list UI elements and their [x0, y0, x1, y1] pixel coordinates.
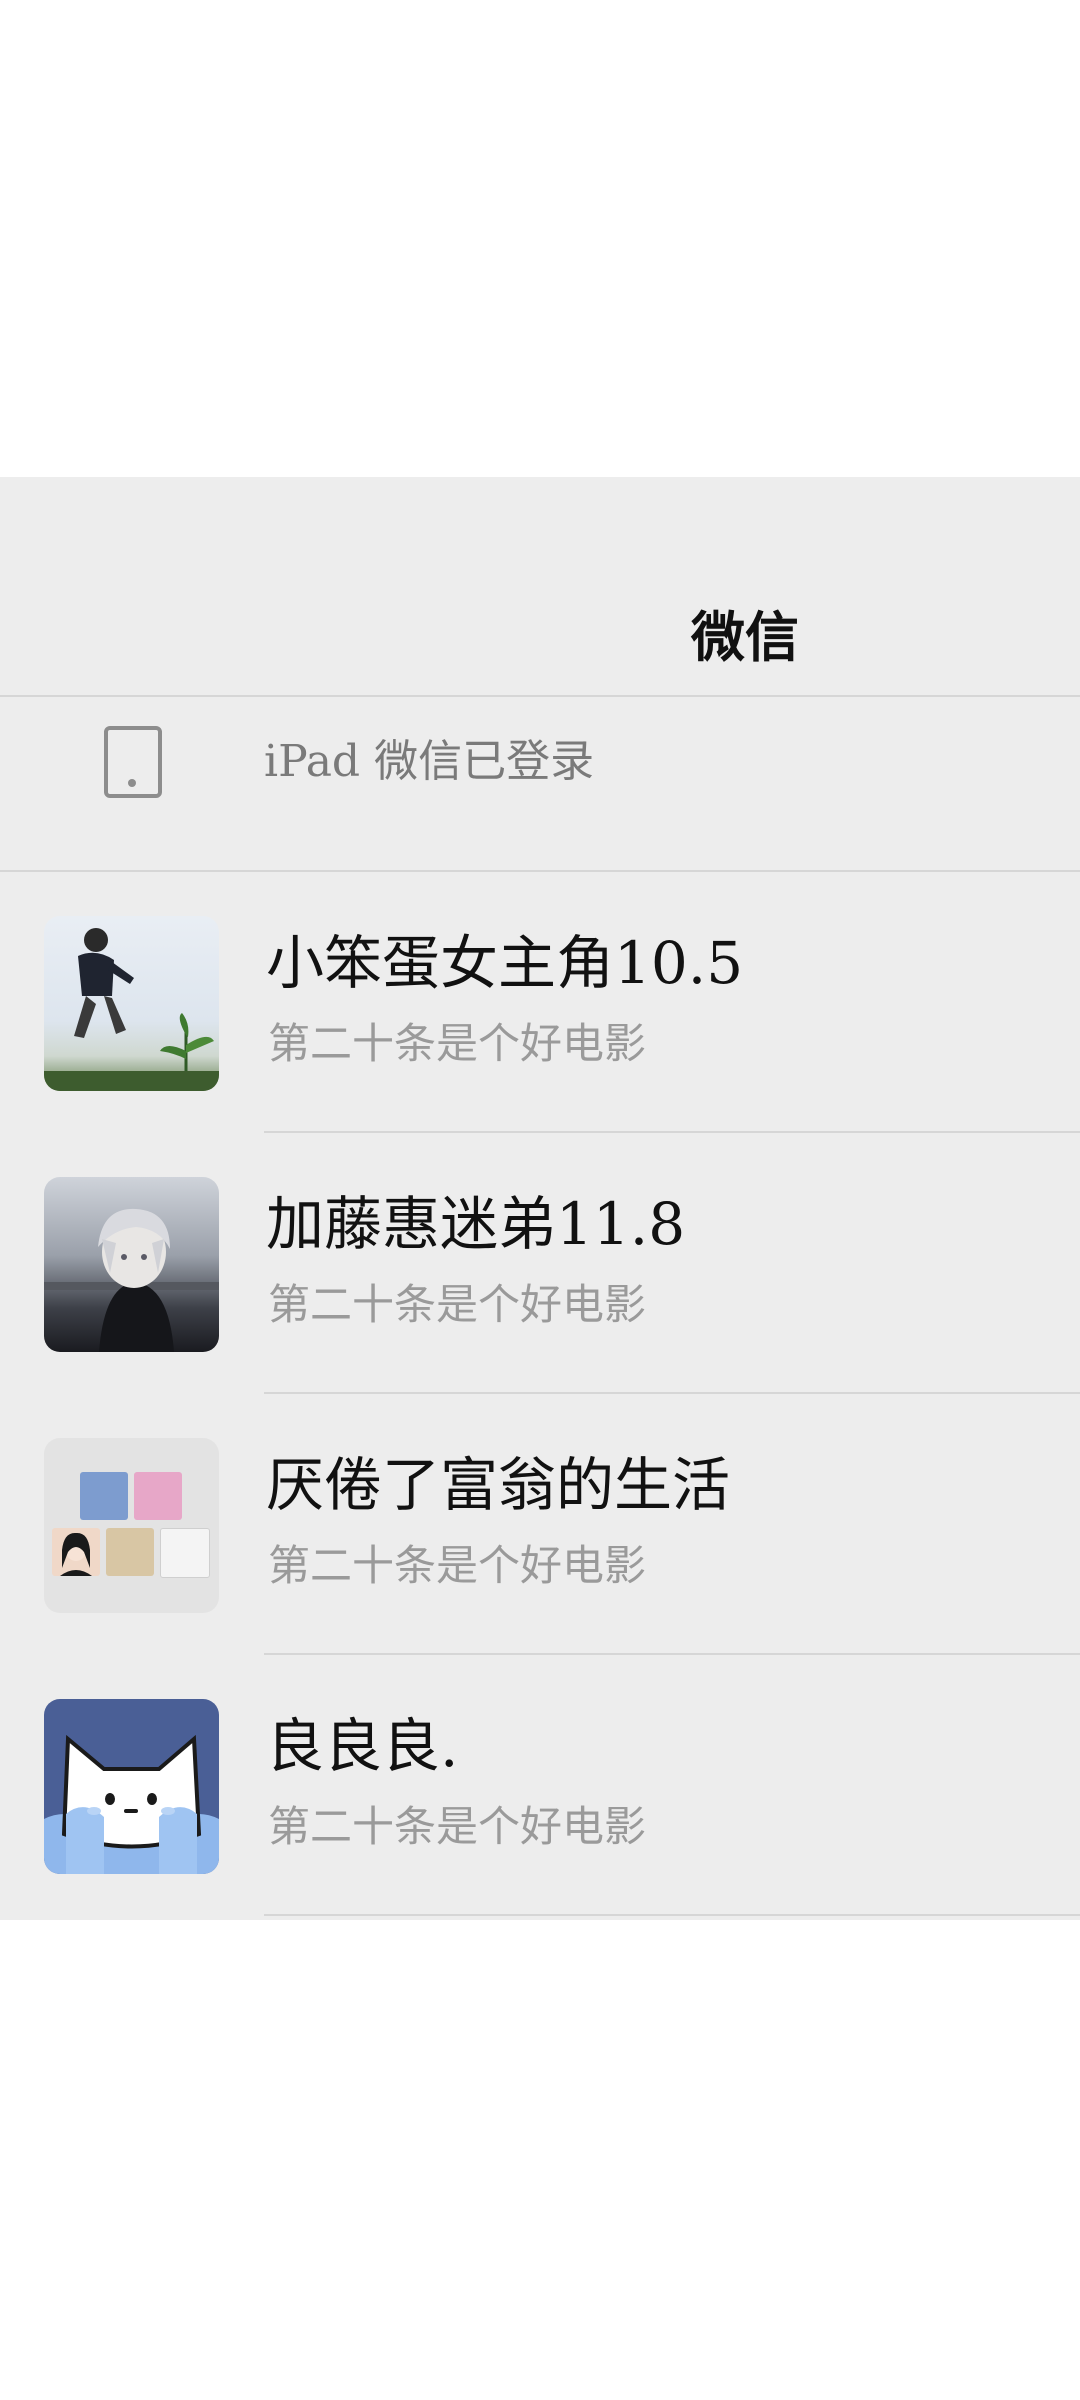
chat-preview: 第二十条是个好电影 [268, 1019, 647, 1068]
chat-list: 小笨蛋女主角10.5 第二十条是个好电影 加藤惠迷弟11.8 第二十条是个好电影… [0, 872, 1080, 1916]
chat-name: 加藤惠迷弟11.8 [266, 1190, 686, 1258]
avatar[interactable] [44, 1699, 219, 1874]
chat-item[interactable]: 厌倦了富翁的生活 第二十条是个好电影 [0, 1394, 1080, 1655]
avatar[interactable] [44, 916, 219, 1091]
page-title: 微信 [691, 605, 799, 669]
chat-item[interactable]: 加藤惠迷弟11.8 第二十条是个好电影 [0, 1133, 1080, 1394]
divider [264, 1914, 1080, 1916]
collage-tile [134, 1472, 182, 1520]
chat-item[interactable]: 良良良. 第二十条是个好电影 [0, 1655, 1080, 1916]
chat-preview: 第二十条是个好电影 [268, 1280, 647, 1329]
chat-preview: 第二十条是个好电影 [268, 1802, 647, 1851]
anime-boy-icon [44, 1208, 219, 1352]
chat-name: 小笨蛋女主角10.5 [266, 929, 744, 997]
avatar[interactable] [44, 1438, 219, 1613]
collage-tile [160, 1528, 210, 1578]
cat-icon [44, 1734, 219, 1874]
portrait-icon [60, 1532, 92, 1576]
chat-name: 厌倦了富翁的生活 [266, 1451, 731, 1519]
screen: 微信 iPad 微信已登录 小笨蛋女主角10.5 第二十条是个好电影 加藤惠迷弟… [0, 0, 1080, 2400]
collage-tile [80, 1472, 128, 1520]
chat-preview: 第二十条是个好电影 [268, 1541, 647, 1590]
avatar[interactable] [44, 1177, 219, 1352]
ipad-login-banner[interactable]: iPad 微信已登录 [0, 697, 1080, 872]
title-bar: 微信 [0, 477, 1080, 697]
wechat-panel: 微信 iPad 微信已登录 小笨蛋女主角10.5 第二十条是个好电影 加藤惠迷弟… [0, 477, 1080, 1920]
chat-name: 良良良. [266, 1712, 459, 1780]
collage-tile [106, 1528, 154, 1576]
ipad-login-text: iPad 微信已登录 [264, 736, 595, 787]
runner-figure-icon [74, 928, 134, 1038]
chat-item[interactable]: 小笨蛋女主角10.5 第二十条是个好电影 [0, 872, 1080, 1133]
tablet-icon [104, 726, 162, 798]
grass-strip [44, 1071, 219, 1091]
